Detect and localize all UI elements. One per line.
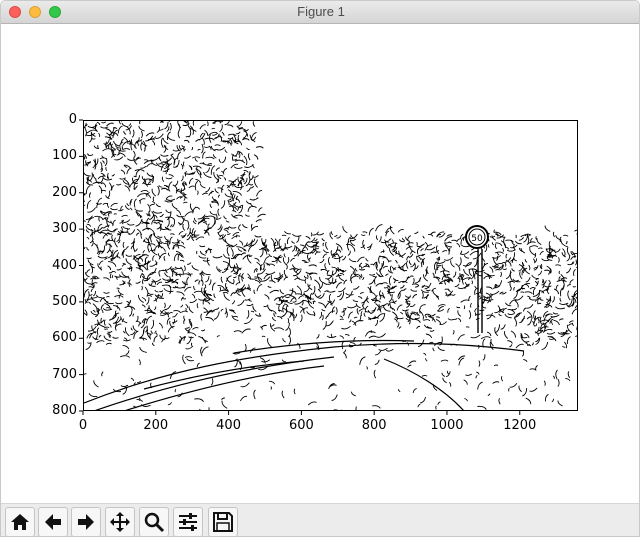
navigation-toolbar xyxy=(1,503,639,536)
x-tick-label: 1200 xyxy=(503,418,537,433)
road-edges xyxy=(84,339,525,410)
y-tick-label: 400 xyxy=(52,257,77,273)
save-icon xyxy=(213,512,233,532)
title-bar: Figure 1 xyxy=(1,1,639,24)
pan-button[interactable] xyxy=(105,507,135,536)
zoom-icon xyxy=(144,512,165,533)
y-tick-label: 0 xyxy=(68,112,77,127)
x-tick-label: 0 xyxy=(78,418,88,433)
y-tick-label: 500 xyxy=(52,293,77,309)
forward-button[interactable] xyxy=(71,507,101,536)
y-tick-label: 300 xyxy=(52,221,77,237)
home-icon xyxy=(11,514,29,530)
subplots-button[interactable] xyxy=(173,507,203,536)
save-button[interactable] xyxy=(208,507,238,536)
window-title: Figure 1 xyxy=(297,4,345,19)
subplots-icon xyxy=(179,513,197,531)
x-tick-label: 400 xyxy=(216,418,241,433)
pan-icon xyxy=(110,512,130,532)
y-tick-label: 800 xyxy=(52,403,77,418)
forward-icon xyxy=(78,514,94,530)
zoom-button[interactable] xyxy=(139,507,169,536)
back-button[interactable] xyxy=(38,507,68,536)
back-icon xyxy=(45,514,61,530)
y-tick-label: 200 xyxy=(52,184,77,200)
y-tick-label: 700 xyxy=(52,366,77,382)
figure-window: Figure 1 50 0 100 200 300 400 500 600 70… xyxy=(0,0,640,537)
x-tick-label: 1000 xyxy=(430,418,464,433)
edge-texture xyxy=(84,121,577,410)
edge-image: 50 xyxy=(84,121,577,410)
y-tick-label: 100 xyxy=(52,148,77,164)
x-tick-label: 200 xyxy=(143,418,169,433)
sign-text: 50 xyxy=(471,234,483,244)
x-tick-label: 600 xyxy=(288,418,314,433)
x-tick-label: 800 xyxy=(361,418,387,433)
speed-sign: 50 xyxy=(465,225,489,333)
y-tick-label: 600 xyxy=(52,330,77,346)
edge-strokes xyxy=(84,121,577,410)
image-axes[interactable]: 50 xyxy=(83,120,578,411)
home-button[interactable] xyxy=(5,507,35,536)
